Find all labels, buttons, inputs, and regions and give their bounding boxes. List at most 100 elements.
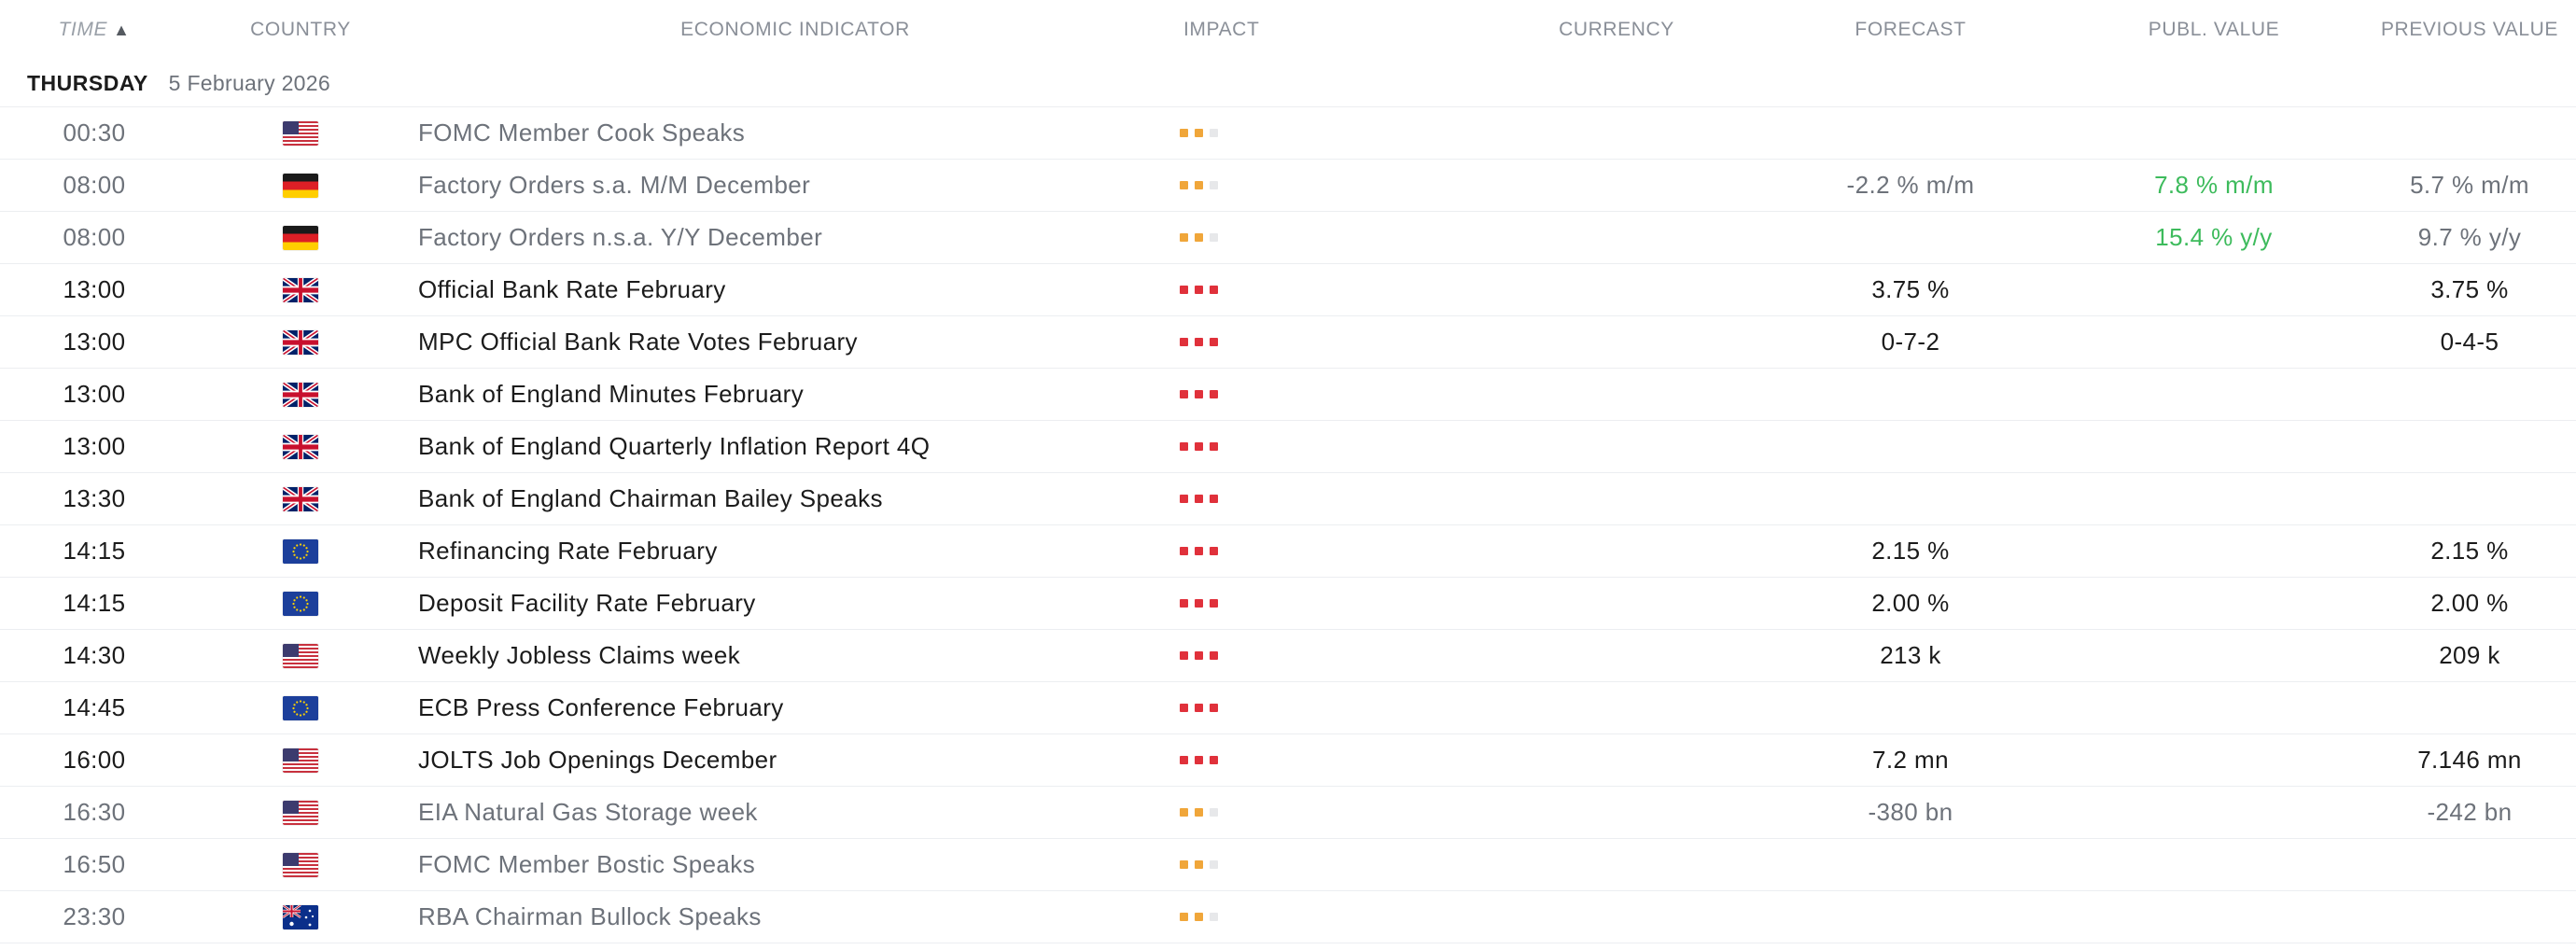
row-country (189, 225, 413, 250)
row-impact (1178, 913, 1477, 921)
impact-dot-icon (1195, 129, 1203, 137)
header-indicator[interactable]: ECONOMIC INDICATOR (413, 19, 1178, 41)
row-country (189, 329, 413, 355)
row-indicator[interactable]: Deposit Facility Rate February (413, 589, 1178, 618)
row-time: 14:45 (63, 693, 126, 721)
row-time: 08:00 (63, 223, 126, 251)
row-previous-value: -242 bn (2427, 798, 2513, 826)
table-header: TIME ▲ COUNTRY ECONOMIC INDICATOR IMPACT… (0, 0, 2576, 60)
table-row[interactable]: 23:30 RBA Chairman Bullock Speaks (0, 891, 2576, 943)
impact-dot-icon (1210, 390, 1218, 398)
row-indicator[interactable]: FOMC Member Bostic Speaks (413, 850, 1178, 879)
row-country (189, 695, 413, 720)
header-time-label: TIME (58, 19, 108, 40)
row-indicator[interactable]: RBA Chairman Bullock Speaks (413, 902, 1178, 931)
us-flag-icon (283, 852, 318, 877)
header-previous-value[interactable]: PREVIOUS VALUE (2363, 19, 2576, 41)
de-flag-icon (283, 173, 318, 198)
eu-flag-icon (283, 695, 318, 720)
row-forecast: 2.00 % (1871, 589, 1950, 617)
header-publ-value[interactable]: PUBL. VALUE (2065, 19, 2363, 41)
impact-dot-icon (1210, 181, 1218, 189)
row-impact (1178, 547, 1477, 555)
row-indicator[interactable]: MPC Official Bank Rate Votes February (413, 328, 1178, 356)
us-flag-icon (283, 747, 318, 773)
row-country (189, 173, 413, 198)
table-row[interactable]: 00:30 FOMC Member Cook Speaks (0, 107, 2576, 160)
row-time: 00:30 (63, 119, 126, 147)
row-impact (1178, 651, 1477, 660)
row-time: 14:15 (63, 589, 126, 617)
impact-dot-icon (1210, 233, 1218, 242)
row-country (189, 486, 413, 511)
sort-ascending-icon[interactable]: ▲ (113, 21, 130, 40)
table-row[interactable]: 08:00 Factory Orders s.a. M/M December -2.… (0, 160, 2576, 212)
row-indicator[interactable]: Bank of England Quarterly Inflation Repo… (413, 432, 1178, 461)
row-indicator[interactable]: EIA Natural Gas Storage week (413, 798, 1178, 827)
impact-dot-icon (1195, 599, 1203, 608)
row-impact (1178, 181, 1477, 189)
impact-dot-icon (1210, 129, 1218, 137)
header-impact[interactable]: IMPACT (1178, 19, 1477, 41)
us-flag-icon (283, 643, 318, 668)
table-row[interactable]: 13:30 Bank of England Chairman Bailey Spe… (0, 473, 2576, 525)
row-forecast: -380 bn (1868, 798, 1953, 826)
table-row[interactable]: 13:00 Bank of England Quarterly Inflation… (0, 421, 2576, 473)
row-forecast: 2.15 % (1871, 537, 1950, 565)
table-row[interactable]: 13:00 MPC Official Bank Rate Votes Februa… (0, 316, 2576, 369)
row-impact (1178, 860, 1477, 869)
row-indicator[interactable]: Weekly Jobless Claims week (413, 641, 1178, 670)
row-indicator[interactable]: Bank of England Chairman Bailey Speaks (413, 484, 1178, 513)
row-impact (1178, 233, 1477, 242)
row-previous-value: 3.75 % (2430, 275, 2509, 303)
row-time: 13:00 (63, 275, 126, 303)
impact-dot-icon (1210, 599, 1218, 608)
impact-dot-icon (1195, 286, 1203, 294)
table-row[interactable]: 16:30 EIA Natural Gas Storage week -380 bn… (0, 787, 2576, 839)
row-indicator[interactable]: Factory Orders n.s.a. Y/Y December (413, 223, 1178, 252)
table-row[interactable]: 14:30 Weekly Jobless Claims week 213 k 209 … (0, 630, 2576, 682)
impact-dot-icon (1210, 442, 1218, 451)
eu-flag-icon (283, 538, 318, 564)
table-row[interactable]: 13:00 Bank of England Minutes February (0, 369, 2576, 421)
row-country (189, 382, 413, 407)
impact-dot-icon (1180, 495, 1188, 503)
day-weekday: THURSDAY (27, 70, 148, 95)
impact-dot-icon (1180, 547, 1188, 555)
table-row[interactable]: 16:50 FOMC Member Bostic Speaks (0, 839, 2576, 891)
row-indicator[interactable]: FOMC Member Cook Speaks (413, 119, 1178, 147)
header-forecast[interactable]: FORECAST (1757, 19, 2065, 41)
table-row[interactable]: 13:00 Official Bank Rate February 3.75 % 3.… (0, 264, 2576, 316)
header-country[interactable]: COUNTRY (189, 19, 413, 41)
row-indicator[interactable]: ECB Press Conference February (413, 693, 1178, 722)
row-indicator[interactable]: Official Bank Rate February (413, 275, 1178, 304)
table-row[interactable]: 08:00 Factory Orders n.s.a. Y/Y December 1… (0, 212, 2576, 264)
impact-dot-icon (1180, 704, 1188, 712)
row-indicator[interactable]: JOLTS Job Openings December (413, 746, 1178, 775)
table-row[interactable]: 14:15 Refinancing Rate February 2.15 % 2.15… (0, 525, 2576, 578)
eu-flag-icon (283, 591, 318, 616)
impact-dot-icon (1195, 651, 1203, 660)
row-time: 23:30 (63, 902, 126, 930)
table-row[interactable]: 14:45 ECB Press Conference February (0, 682, 2576, 734)
uk-flag-icon (283, 486, 318, 511)
impact-dot-icon (1195, 181, 1203, 189)
impact-dot-icon (1180, 338, 1188, 346)
table-row[interactable]: 14:15 Deposit Facility Rate February 2.00 … (0, 578, 2576, 630)
row-indicator[interactable]: Factory Orders s.a. M/M December (413, 171, 1178, 200)
uk-flag-icon (283, 434, 318, 459)
header-time[interactable]: TIME ▲ (0, 19, 189, 41)
header-currency[interactable]: CURRENCY (1477, 19, 1757, 41)
impact-dot-icon (1195, 756, 1203, 764)
impact-dot-icon (1180, 181, 1188, 189)
impact-dot-icon (1195, 338, 1203, 346)
impact-dot-icon (1210, 808, 1218, 817)
impact-dot-icon (1180, 860, 1188, 869)
uk-flag-icon (283, 277, 318, 302)
row-indicator[interactable]: Refinancing Rate February (413, 537, 1178, 566)
table-row[interactable]: 16:00 JOLTS Job Openings December 7.2 mn 7.… (0, 734, 2576, 787)
uk-flag-icon (283, 382, 318, 407)
row-forecast: 3.75 % (1871, 275, 1950, 303)
row-indicator[interactable]: Bank of England Minutes February (413, 380, 1178, 409)
row-forecast: -2.2 % m/m (1846, 171, 1975, 199)
